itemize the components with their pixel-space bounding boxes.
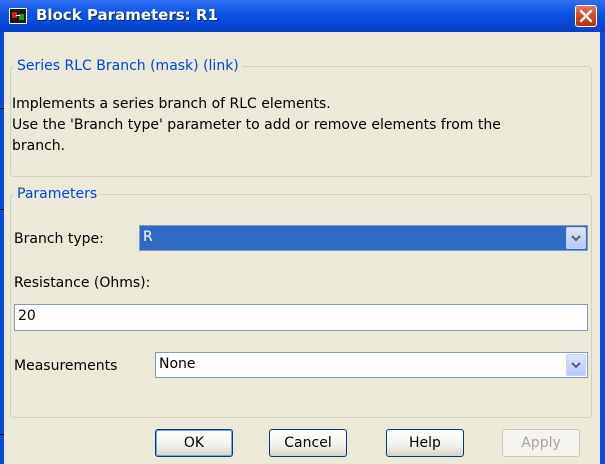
background-edge-mark [0,434,4,435]
measurements-label: Measurements [14,358,118,374]
close-icon [579,9,593,23]
title-bar[interactable]: Block Parameters: R1 [0,0,605,32]
apply-button[interactable]: Apply [502,429,580,457]
dropdown-button[interactable] [566,227,586,249]
description-line-1: Implements a series branch of RLC elemen… [12,96,331,112]
resistance-field[interactable] [14,304,588,331]
branch-type-dropdown[interactable]: R [139,225,588,251]
ok-button[interactable]: OK [155,429,233,457]
simulink-block-icon [9,8,27,24]
dialog-body: Series RLC Branch (mask) (link) Implemen… [4,32,600,464]
measurements-dropdown[interactable]: None [155,352,588,378]
mask-description: Implements a series branch of RLC elemen… [12,94,592,157]
help-button[interactable]: Help [386,429,464,457]
branch-type-value: R [143,229,153,245]
mask-title-link[interactable]: Series RLC Branch (mask) (link) [14,58,242,74]
description-line-3: branch. [12,138,66,154]
chevron-down-icon [571,235,581,242]
resistance-input[interactable] [18,308,558,324]
chevron-down-icon [571,362,581,369]
background-edge-mark [0,209,4,210]
measurements-value: None [159,356,196,372]
branch-type-label: Branch type: [14,231,104,247]
close-button[interactable] [575,5,597,27]
dialog-window: Block Parameters: R1 Series RLC Branch (… [0,0,605,464]
window-title: Block Parameters: R1 [36,6,218,24]
resistance-label: Resistance (Ohms): [14,275,151,291]
dropdown-button[interactable] [566,354,586,376]
parameters-group: Parameters [10,186,592,418]
background-edge-mark [0,108,4,109]
parameters-legend: Parameters [17,186,98,202]
description-line-2: Use the 'Branch type' parameter to add o… [12,117,501,133]
cancel-button[interactable]: Cancel [269,429,347,457]
